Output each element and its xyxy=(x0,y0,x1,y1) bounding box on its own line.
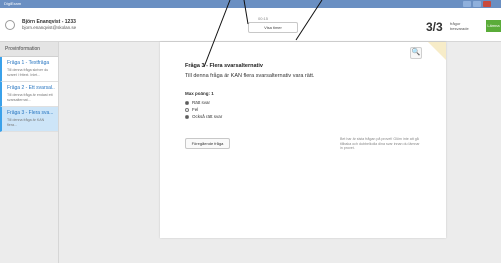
sidebar-item-question-3[interactable]: Fråga 3 - Flera sva... Till denna fråga … xyxy=(0,107,58,132)
answered-counter: 3/3 xyxy=(426,20,443,34)
answer-option[interactable]: Också rätt svar xyxy=(185,114,222,119)
show-timer-button[interactable]: Visa timer xyxy=(248,22,298,33)
user-email: bjorn.enanqvist@skolan.se xyxy=(22,25,77,30)
last-question-note: Bet har är sista frågan på provet! Glöm … xyxy=(340,137,420,150)
checkbox-icon[interactable] xyxy=(185,114,189,119)
sidebar-item-desc: Till denna fråga är endast ett svarsalte… xyxy=(7,93,53,102)
question-sidebar: Provinformation Fråga 1 - Textfråga Till… xyxy=(0,42,59,263)
bookmark-corner[interactable] xyxy=(428,42,446,60)
option-label: Rätt svar xyxy=(192,100,211,105)
close-window-button[interactable] xyxy=(483,1,491,7)
sidebar-item-desc: Till denna fråga skriver du svaret i fri… xyxy=(7,68,49,77)
avatar xyxy=(5,20,15,30)
question-text: Till denna fråga är KAN flera svarsalter… xyxy=(185,73,315,79)
sidebar-item-question-2[interactable]: Fråga 2 - Ett svarsal... Till denna fråg… xyxy=(0,82,58,107)
sidebar-item-question-1[interactable]: Fråga 1 - Textfråga Till denna fråga skr… xyxy=(0,57,58,82)
answer-option[interactable]: Rätt svar xyxy=(185,100,210,105)
option-label: Också rätt svar xyxy=(192,114,223,119)
window-title-bar: DigiExam xyxy=(0,0,501,8)
sidebar-header[interactable]: Provinformation xyxy=(0,42,58,57)
sidebar-item-desc: Till denna fråga är KAN flera... xyxy=(7,118,45,127)
answered-counter-label: frågor besvarade xyxy=(450,21,469,31)
max-points: Max poäng: 1 xyxy=(185,91,214,96)
minimize-button[interactable] xyxy=(463,1,471,7)
option-label: Fel xyxy=(192,107,199,112)
question-card: 🔍 Fråga 3 - Flera svarsalternativ Till d… xyxy=(160,42,446,238)
zoom-icon[interactable]: 🔍 xyxy=(410,47,422,59)
sidebar-item-title: Fråga 1 - Textfråga xyxy=(7,60,50,66)
checkbox-icon[interactable] xyxy=(185,107,189,112)
sidebar-item-title: Fråga 2 - Ett svarsal... xyxy=(7,85,55,91)
previous-question-button[interactable]: Föregående fråga xyxy=(185,138,230,149)
maximize-button[interactable] xyxy=(473,1,481,7)
window-title: DigiExam xyxy=(4,1,22,6)
exam-header: Björn Enanqvist - 1233 bjorn.enanqvist@s… xyxy=(0,8,501,42)
sidebar-item-title: Fråga 3 - Flera sva... xyxy=(7,110,54,116)
question-heading: Fråga 3 - Flera svarsalternativ xyxy=(185,63,263,69)
checkbox-icon[interactable] xyxy=(185,100,189,105)
answer-option[interactable]: Fel xyxy=(185,107,198,112)
timer-value: 00:15 xyxy=(258,16,269,21)
submit-button[interactable]: Lämna in xyxy=(486,20,501,32)
